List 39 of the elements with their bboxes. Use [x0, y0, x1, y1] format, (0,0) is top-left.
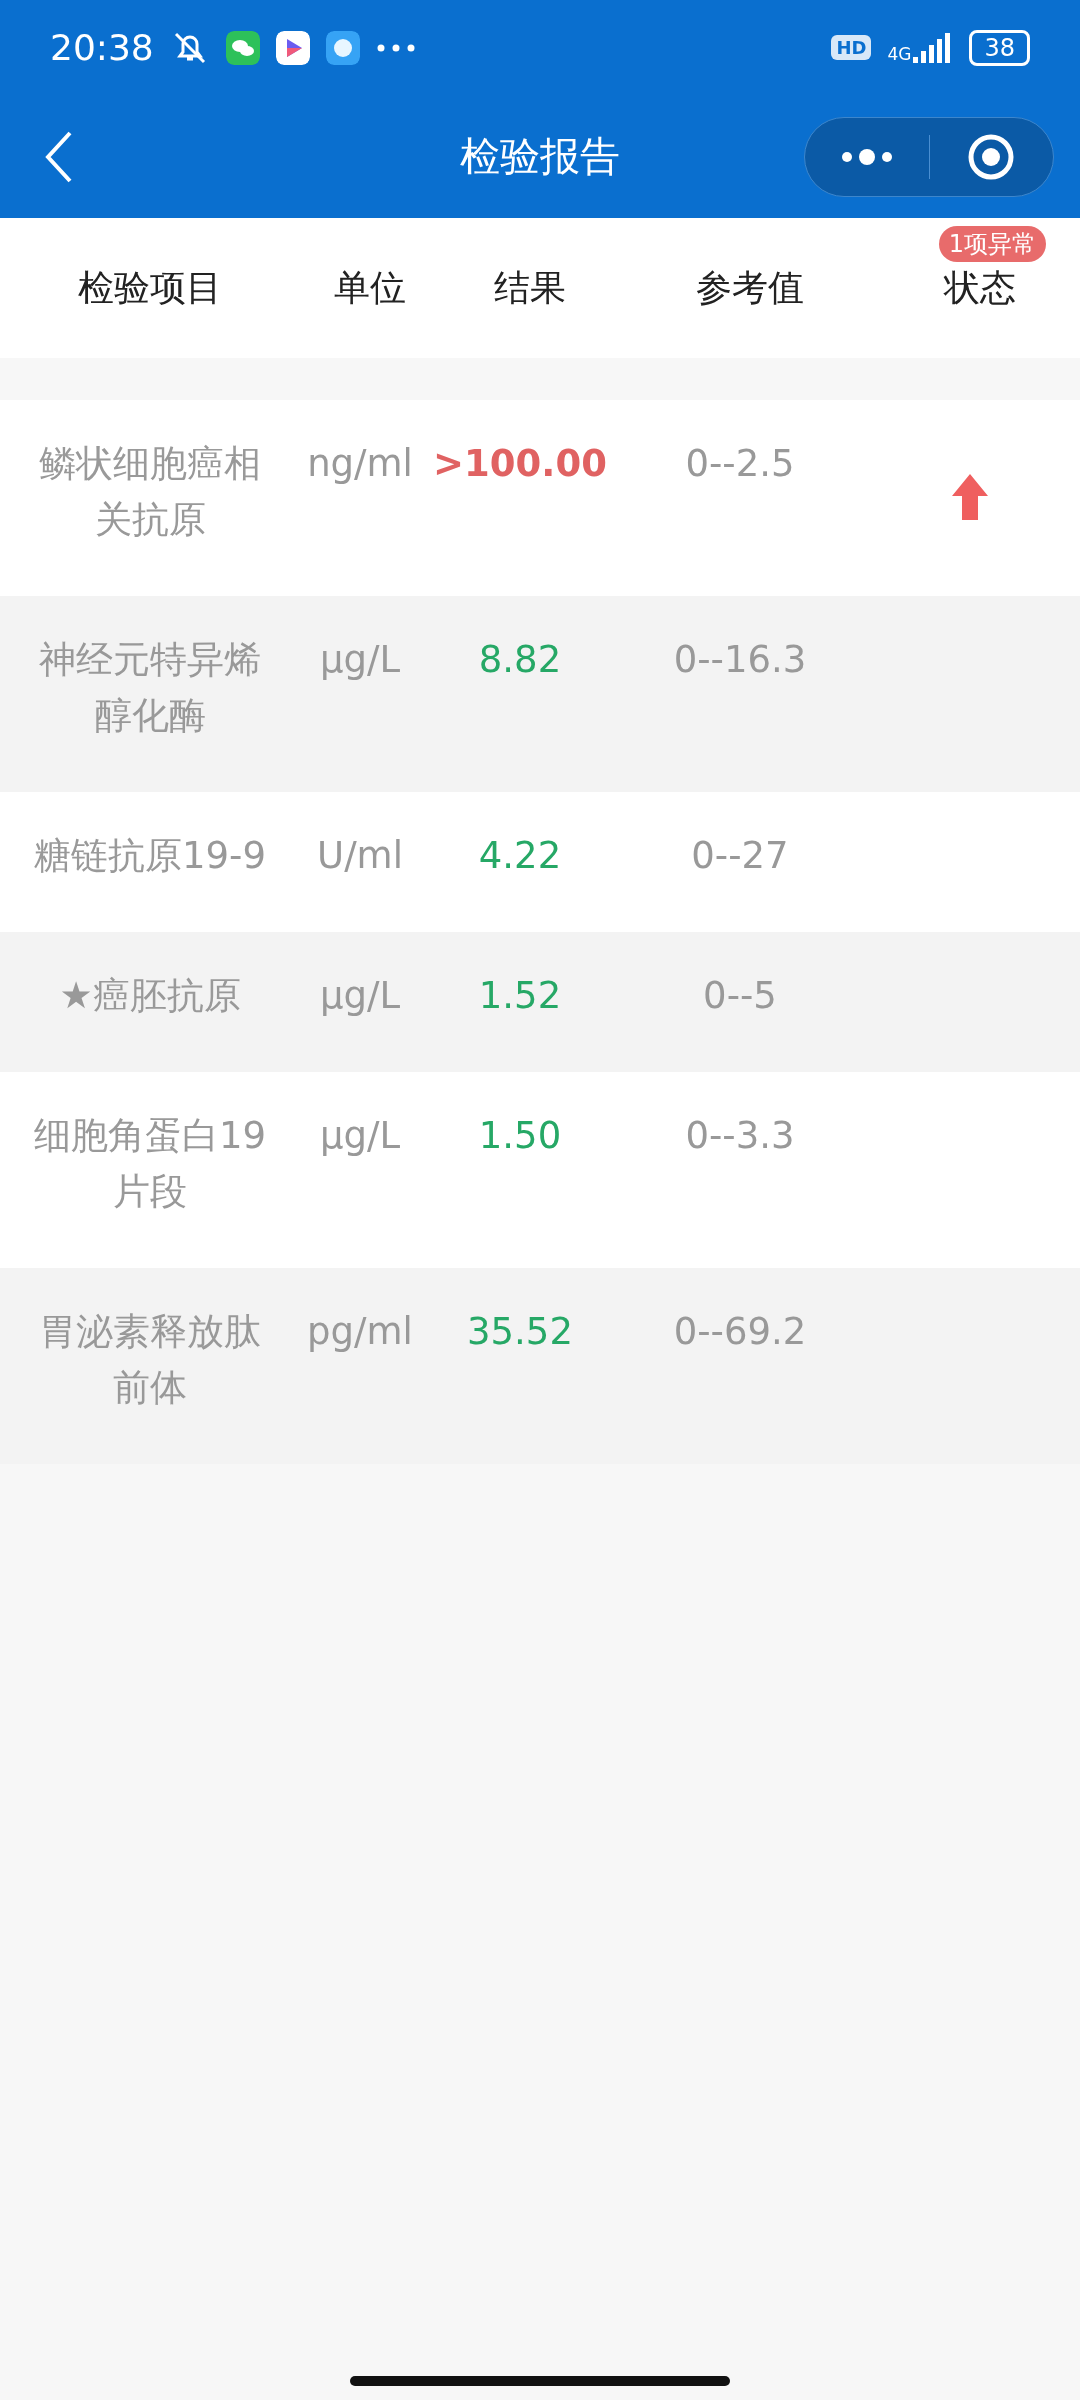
network-label: 4G [887, 45, 912, 63]
column-header: 参考值 [696, 266, 804, 308]
result-value: >100.00 [432, 441, 608, 487]
play-app-icon [275, 30, 310, 65]
result-value: 1.52 [477, 973, 563, 1019]
reference-range: 0--16.3 [672, 637, 808, 683]
column-header: 检验项目 [78, 266, 222, 308]
unit-cell-text: μg/L [318, 637, 402, 683]
abnormal-count-badge: 1项异常 [938, 225, 1046, 262]
page-title: 检验报告 [460, 132, 620, 181]
unit-cell-text: μg/L [318, 1113, 402, 1159]
result-value: 8.82 [477, 637, 563, 683]
more-icon [375, 42, 416, 53]
item-name: 糖链抗原19-9 [33, 833, 267, 879]
result-value: 1.50 [477, 1113, 563, 1159]
bubble-app-icon [325, 30, 360, 65]
column-header: 结果 [494, 266, 566, 308]
reference-range: 0--2.5 [684, 441, 796, 487]
result-value: 35.52 [466, 1309, 574, 1355]
unit-cell-text: ng/ml [306, 441, 414, 487]
item-name: 鳞状细胞癌相关抗原 [38, 441, 262, 543]
reference-range: 0--69.2 [672, 1309, 808, 1355]
item-name: 胃泌素释放肽前体 [38, 1309, 262, 1411]
item-name: ★癌胚抗原 [58, 973, 242, 1019]
battery-indicator: 38 [969, 29, 1030, 66]
hd-badge: HD [831, 35, 872, 60]
item-name: 细胞角蛋白19片段 [32, 1113, 268, 1215]
chat-app-icon [225, 30, 260, 65]
item-name: 神经元特异烯醇化酶 [38, 637, 262, 739]
result-value: 4.22 [477, 833, 563, 879]
unit-cell-text: U/ml [316, 833, 404, 879]
reference-range: 0--3.3 [684, 1113, 796, 1159]
unit-cell-text: pg/ml [306, 1309, 414, 1355]
unit-cell-text: μg/L [318, 973, 402, 1019]
column-header: 单位 [334, 266, 406, 308]
reference-range: 0--27 [690, 833, 790, 879]
column-header: 状态 [944, 266, 1016, 308]
reference-range: 0--5 [702, 973, 778, 1019]
clock: 20:38 [50, 27, 154, 68]
